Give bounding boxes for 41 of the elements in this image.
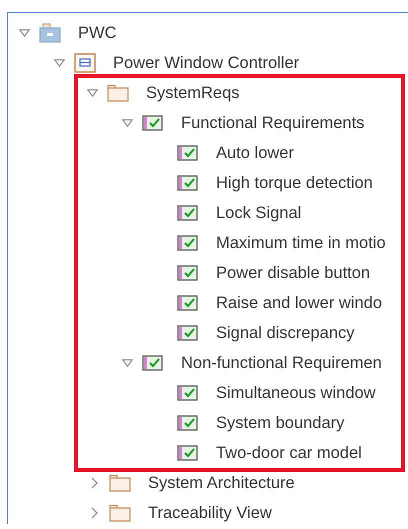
tree-item-label[interactable]: SystemReqs: [146, 84, 240, 102]
tree-item-label[interactable]: Maximum time in motio: [216, 234, 386, 252]
tree-item-label[interactable]: Non-functional Requiremen: [181, 354, 382, 372]
tree-item-label[interactable]: Power disable button: [216, 264, 370, 282]
requirement-icon: [177, 205, 198, 221]
requirement-icon: [177, 175, 198, 191]
requirement-icon: [177, 265, 198, 281]
tree-item-label[interactable]: Simultaneous window: [216, 384, 376, 402]
tree-item-label[interactable]: Traceability View: [148, 504, 272, 522]
requirement-icon: [142, 115, 163, 131]
requirement-icon: [177, 445, 198, 461]
tree-item-label[interactable]: High torque detection: [216, 174, 373, 192]
requirement-icon: [142, 355, 163, 371]
requirement-icon: [177, 145, 198, 161]
chevron-icon[interactable]: [90, 477, 98, 489]
requirement-icon: [177, 295, 198, 311]
requirement-icon: [177, 325, 198, 341]
folder-icon: [109, 474, 131, 492]
folder-icon: [109, 504, 131, 522]
tree-item-label[interactable]: System Architecture: [148, 474, 295, 492]
tree-item-label[interactable]: Two-door car model: [216, 444, 362, 462]
folder-icon: [107, 84, 129, 102]
tree-item-label[interactable]: Signal discrepancy: [216, 324, 354, 342]
chevron-icon[interactable]: [90, 507, 98, 519]
requirement-icon: [177, 385, 198, 401]
requirement-icon: [177, 415, 198, 431]
tree-item-label[interactable]: Lock Signal: [216, 204, 302, 222]
tree-item-label[interactable]: System boundary: [216, 414, 344, 432]
expanded-triangle-icon[interactable]: [122, 359, 132, 367]
expanded-triangle-icon[interactable]: [18, 29, 30, 37]
expanded-triangle-icon[interactable]: [122, 119, 132, 127]
requirement-icon: [177, 235, 198, 251]
tree-item-label[interactable]: Auto lower: [216, 144, 294, 162]
tree-item-label[interactable]: Functional Requirements: [181, 114, 364, 132]
package-icon: [39, 23, 61, 43]
tree-item-label[interactable]: Power Window Controller: [113, 54, 300, 72]
tree-item-label[interactable]: PWC: [78, 24, 116, 42]
expanded-triangle-icon[interactable]: [86, 89, 98, 97]
expanded-triangle-icon[interactable]: [54, 59, 64, 67]
component-icon: [74, 53, 96, 73]
tree-item-label[interactable]: Raise and lower windo: [216, 294, 382, 312]
